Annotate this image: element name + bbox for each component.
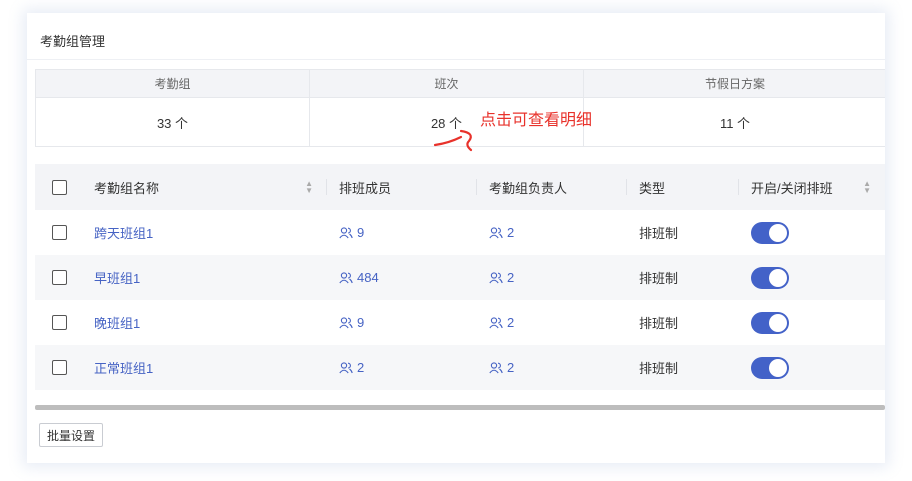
group-type: 排班制 xyxy=(639,316,679,331)
members-link[interactable]: 9 xyxy=(339,315,364,330)
stats-header-shifts: 班次 xyxy=(310,70,584,97)
members-count: 9 xyxy=(357,225,365,240)
owners-count: 2 xyxy=(507,315,515,330)
stats-value-groups[interactable]: 33 个 xyxy=(36,98,310,146)
row-checkbox[interactable] xyxy=(52,225,67,240)
owners-link[interactable]: 2 xyxy=(489,270,514,285)
owners-link[interactable]: 2 xyxy=(489,225,514,240)
header-members: 排班成员 xyxy=(327,164,477,210)
group-name-link[interactable]: 晚班组1 xyxy=(94,313,140,332)
table-row: 晚班组1 9 2 排班制 xyxy=(35,300,885,345)
people-icon xyxy=(339,361,353,373)
people-icon xyxy=(339,271,353,283)
schedule-toggle[interactable] xyxy=(751,266,789,289)
group-name-link[interactable]: 早班组1 xyxy=(94,268,140,287)
table-row: 早班组1 484 2 排班制 xyxy=(35,255,885,300)
table-header: 考勤组名称 ▲ ▼ 排班成员 考勤组负责人 类型 开启/关闭排班 ▲ ▼ xyxy=(35,164,885,210)
owners-link[interactable]: 2 xyxy=(489,360,514,375)
select-all-checkbox[interactable] xyxy=(52,179,67,195)
stats-value-holidays[interactable]: 11 个 xyxy=(584,98,886,146)
group-type: 排班制 xyxy=(639,361,679,376)
group-type: 排班制 xyxy=(639,226,679,241)
owners-link[interactable]: 2 xyxy=(489,315,514,330)
attendance-group-panel: 考勤组管理 考勤组 班次 节假日方案 33 个 28 个 11 个 点击可查看明… xyxy=(27,13,885,463)
schedule-toggle[interactable] xyxy=(751,356,789,379)
attendance-group-table: 考勤组名称 ▲ ▼ 排班成员 考勤组负责人 类型 开启/关闭排班 ▲ ▼ 跨天班组1… xyxy=(35,164,885,390)
header-group-name: 考勤组名称 ▲ ▼ xyxy=(84,164,327,210)
title-divider xyxy=(27,59,885,60)
schedule-toggle[interactable] xyxy=(751,221,789,244)
table-row: 正常班组1 2 2 排班制 xyxy=(35,345,885,390)
members-count: 9 xyxy=(357,315,365,330)
sort-icon[interactable]: ▲ ▼ xyxy=(305,180,313,195)
members-link[interactable]: 9 xyxy=(339,225,364,240)
header-schedule-toggle-label: 开启/关闭排班 xyxy=(751,180,833,196)
members-count: 484 xyxy=(357,270,379,285)
people-icon xyxy=(489,271,503,283)
panel-title: 考勤组管理 xyxy=(40,34,106,49)
row-checkbox[interactable] xyxy=(52,360,67,375)
batch-settings-button[interactable]: 批量设置 xyxy=(39,423,104,447)
members-count: 2 xyxy=(357,360,365,375)
header-type: 类型 xyxy=(627,164,739,210)
people-icon xyxy=(489,316,503,328)
owners-count: 2 xyxy=(507,360,515,375)
header-group-name-label: 考勤组名称 xyxy=(94,180,160,196)
schedule-toggle[interactable] xyxy=(751,311,789,334)
row-checkbox[interactable] xyxy=(52,270,67,285)
table-row: 跨天班组1 9 2 排班制 xyxy=(35,210,885,255)
annotation-arrow-icon xyxy=(433,129,473,152)
owners-count: 2 xyxy=(507,225,515,240)
people-icon xyxy=(489,226,503,238)
stats-header-row: 考勤组 班次 节假日方案 xyxy=(36,70,885,98)
header-schedule-toggle: 开启/关闭排班 ▲ ▼ xyxy=(739,164,885,210)
stats-header-holidays: 节假日方案 xyxy=(704,77,765,91)
row-checkbox[interactable] xyxy=(52,315,67,330)
stats-header-groups: 考勤组 xyxy=(36,70,310,97)
people-icon xyxy=(339,316,353,328)
group-name-link[interactable]: 正常班组1 xyxy=(94,358,153,377)
header-checkbox-cell xyxy=(35,164,84,210)
annotation-text: 点击可查看明细 xyxy=(480,112,593,129)
people-icon xyxy=(339,226,353,238)
members-link[interactable]: 484 xyxy=(339,270,379,285)
horizontal-scrollbar[interactable] xyxy=(35,405,885,410)
sort-icon[interactable]: ▲ ▼ xyxy=(863,180,871,195)
header-owners: 考勤组负责人 xyxy=(477,164,627,210)
group-type: 排班制 xyxy=(639,271,679,286)
people-icon xyxy=(489,361,503,373)
owners-count: 2 xyxy=(507,270,515,285)
members-link[interactable]: 2 xyxy=(339,360,364,375)
group-name-link[interactable]: 跨天班组1 xyxy=(94,223,153,242)
